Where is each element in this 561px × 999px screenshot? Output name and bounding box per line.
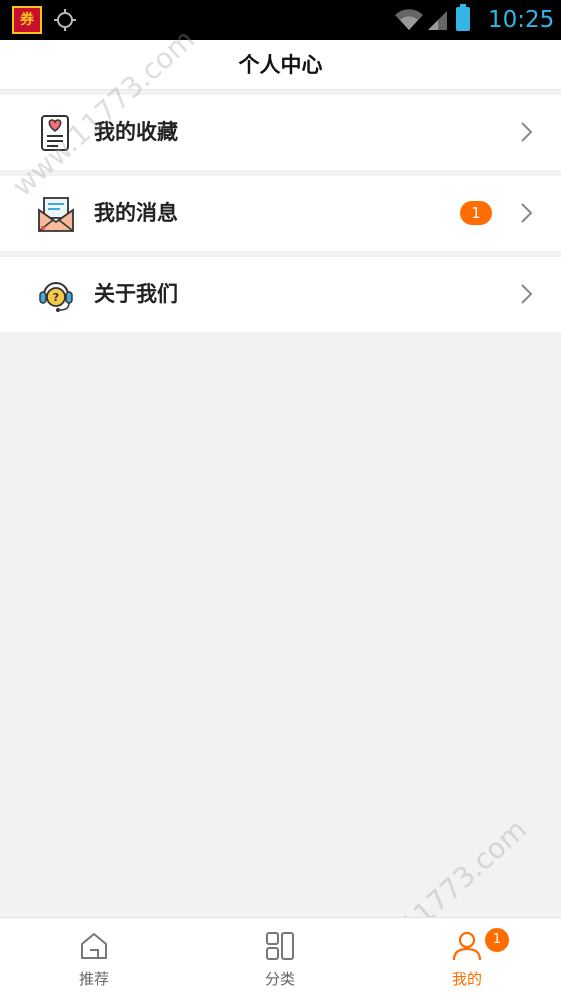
message-count-badge: 1 — [460, 201, 492, 225]
battery-icon — [456, 4, 470, 31]
tab-badge: 1 — [485, 928, 509, 952]
chevron-right-icon — [521, 122, 533, 142]
gps-icon — [54, 9, 76, 31]
signal-icon — [428, 11, 447, 30]
status-time: 10:25 — [488, 7, 555, 33]
user-icon — [452, 931, 482, 961]
page-title: 个人中心 — [238, 53, 323, 77]
menu-item-messages[interactable]: 我的消息 1 — [0, 176, 561, 251]
tab-recommend[interactable]: 推荐 — [44, 918, 144, 999]
chevron-right-icon — [521, 284, 533, 304]
chevron-right-icon — [521, 203, 533, 223]
title-bar: 个人中心 — [0, 40, 561, 90]
bottom-navigation: 推荐 分类 1 我的 — [0, 917, 561, 999]
home-icon — [81, 933, 107, 959]
menu-item-label: 我的收藏 — [94, 120, 178, 144]
svg-text:?: ? — [53, 291, 59, 304]
tab-mine[interactable]: 1 我的 — [417, 918, 517, 999]
status-bar: 券 10:25 — [0, 0, 561, 40]
app-notification-icon: 券 — [12, 6, 42, 34]
headset-support-icon: ? — [39, 282, 73, 312]
tab-label: 推荐 — [78, 970, 109, 988]
tab-label: 分类 — [264, 970, 295, 988]
favorites-document-heart-icon — [41, 115, 69, 151]
mail-envelope-icon — [38, 197, 74, 232]
category-grid-icon — [266, 932, 294, 960]
tab-label: 我的 — [451, 970, 482, 988]
menu-item-label: 我的消息 — [94, 201, 178, 225]
menu-item-about[interactable]: ? 关于我们 — [0, 257, 561, 332]
tab-category[interactable]: 分类 — [230, 918, 330, 999]
wifi-icon — [395, 9, 423, 31]
menu-item-label: 关于我们 — [94, 282, 178, 306]
menu-item-favorites[interactable]: 我的收藏 — [0, 95, 561, 170]
